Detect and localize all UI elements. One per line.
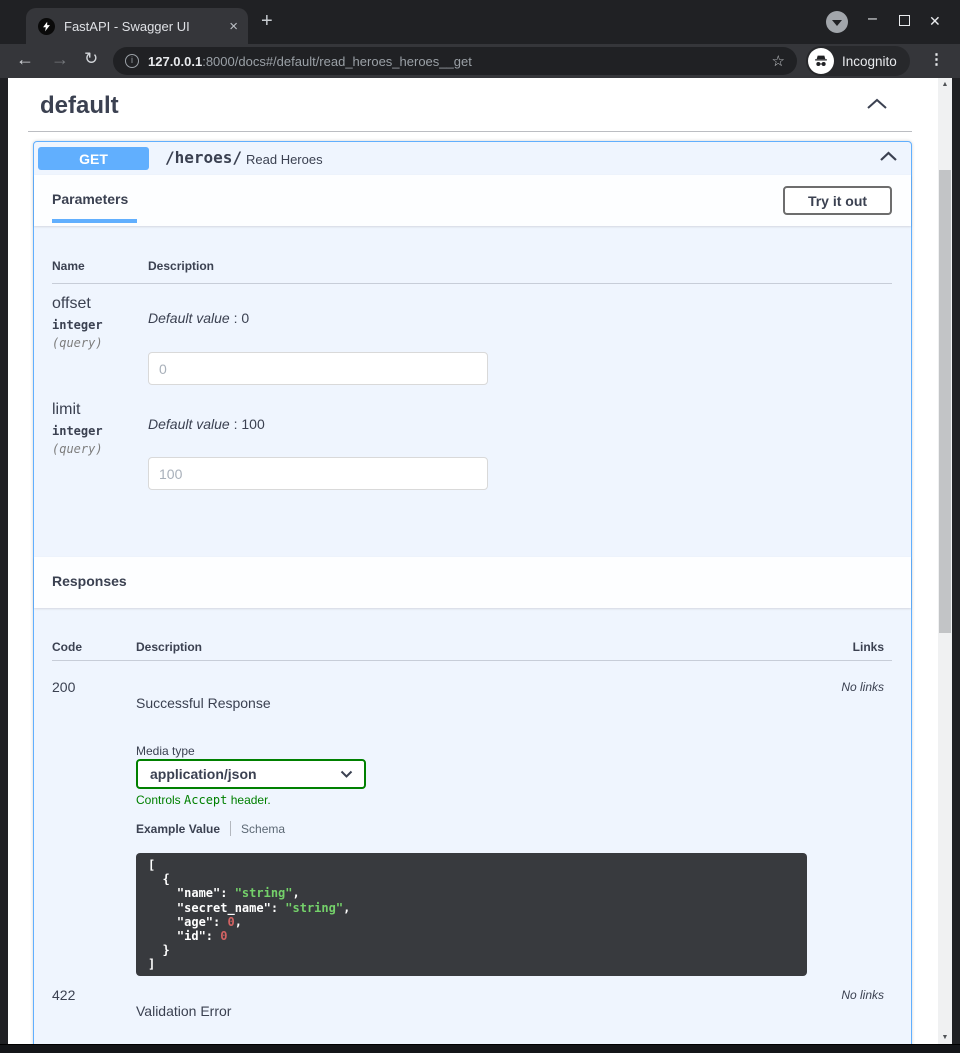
back-button[interactable]: ← <box>16 49 34 70</box>
tab-close-icon[interactable]: × <box>229 19 238 34</box>
media-type-value: application/json <box>150 766 257 782</box>
accept-header-note: Controls Accept header. <box>136 793 271 807</box>
media-type-label: Media type <box>136 744 195 758</box>
page-scrollbar[interactable]: ▲ ▼ <box>938 78 952 1044</box>
param-in: (query) <box>52 442 103 456</box>
bookmark-star-icon[interactable]: ☆ <box>772 52 785 70</box>
endpoint-path[interactable]: /heroes/ <box>165 148 242 167</box>
response-code-422: 422 <box>52 987 75 1003</box>
endpoint-collapse-button[interactable] <box>879 151 898 162</box>
col-code: Code <box>52 640 82 654</box>
param-default: Default value : 0 <box>148 310 249 326</box>
endpoint-summary: Read Heroes <box>246 152 323 167</box>
scroll-up-arrow-icon[interactable]: ▲ <box>938 81 952 88</box>
param-default: Default value : 100 <box>148 416 265 432</box>
default-value-label: Default value <box>148 310 230 326</box>
incognito-label: Incognito <box>842 54 897 69</box>
address-bar[interactable]: i 127.0.0.1:8000/docs#/default/read_hero… <box>113 47 797 75</box>
responses-header: Responses <box>34 557 911 608</box>
response-description: Successful Response <box>136 695 271 711</box>
accept-note-prefix: Controls <box>136 793 184 807</box>
window-close-button[interactable]: ✕ <box>929 13 941 30</box>
section-divider <box>28 131 912 132</box>
incognito-icon <box>808 48 834 74</box>
response-description: Validation Error <box>136 1003 231 1019</box>
swagger-page: default GET /heroes/ Read Heroes Paramet… <box>8 78 938 1044</box>
default-value: : 100 <box>230 416 265 432</box>
site-info-icon[interactable]: i <box>125 54 139 68</box>
example-code-block: [ { "name": "string", "secret_name": "st… <box>136 853 807 976</box>
new-tab-button[interactable]: + <box>261 10 273 33</box>
section-collapse-button[interactable] <box>866 98 888 110</box>
col-name: Name <box>52 259 85 273</box>
browser-tab[interactable]: FastAPI - Swagger UI × <box>26 8 248 44</box>
tab-strip: FastAPI - Swagger UI × + – ✕ <box>0 0 960 44</box>
try-it-out-button[interactable]: Try it out <box>783 186 892 215</box>
col-description: Description <box>148 259 214 273</box>
url-host: 127.0.0.1 <box>148 54 202 69</box>
tab-schema[interactable]: Schema <box>241 822 285 836</box>
window-bottom-frame <box>0 1044 960 1053</box>
example-schema-tabs: Example Value Schema <box>136 821 285 836</box>
scroll-down-arrow-icon[interactable]: ▼ <box>938 1034 952 1041</box>
param-in: (query) <box>52 336 103 350</box>
opblock-get-heroes: GET /heroes/ Read Heroes Parameters Try … <box>33 141 912 1044</box>
forward-button[interactable]: → <box>51 49 69 70</box>
reload-button[interactable]: ↻ <box>84 49 98 69</box>
parameters-header: Parameters Try it out <box>34 175 911 226</box>
chevron-down-icon <box>340 770 353 778</box>
default-value: : 0 <box>230 310 249 326</box>
response-links: No links <box>841 988 884 1002</box>
section-title: default <box>40 92 119 120</box>
media-type-select[interactable]: application/json <box>136 759 366 789</box>
scrollbar-thumb[interactable] <box>939 170 951 633</box>
param-name-limit: limit <box>52 401 80 419</box>
window-maximize-button[interactable] <box>899 15 910 26</box>
table-divider <box>52 660 892 661</box>
offset-input[interactable] <box>148 352 488 385</box>
response-links: No links <box>841 680 884 694</box>
responses-title: Responses <box>52 573 127 589</box>
response-code-200: 200 <box>52 679 75 695</box>
browser-menu-circle-button[interactable] <box>826 11 848 33</box>
fastapi-favicon-icon <box>38 18 55 35</box>
tab-example-value[interactable]: Example Value <box>136 822 220 836</box>
col-description: Description <box>136 640 202 654</box>
accept-note-suffix: header. <box>227 793 270 807</box>
incognito-badge: Incognito <box>806 46 910 76</box>
url-text[interactable]: 127.0.0.1:8000/docs#/default/read_heroes… <box>148 54 763 69</box>
browser-menu-kebab-button[interactable]: ⋮ <box>929 50 944 68</box>
param-type: integer <box>52 424 103 438</box>
window-minimize-button[interactable]: – <box>868 10 877 28</box>
url-path: :8000/docs#/default/read_heroes_heroes__… <box>202 54 472 69</box>
accept-note-code: Accept <box>184 793 227 807</box>
param-name-offset: offset <box>52 295 91 313</box>
parameters-title: Parameters <box>52 191 128 207</box>
tab-title: FastAPI - Swagger UI <box>64 19 220 34</box>
tab-separator <box>230 821 231 836</box>
parameters-active-underline <box>52 219 137 223</box>
limit-input[interactable] <box>148 457 488 490</box>
param-type: integer <box>52 318 103 332</box>
default-value-label: Default value <box>148 416 230 432</box>
table-divider <box>52 283 892 284</box>
method-badge: GET <box>38 147 149 170</box>
chevron-down-icon <box>832 20 842 26</box>
col-links: Links <box>853 640 884 654</box>
